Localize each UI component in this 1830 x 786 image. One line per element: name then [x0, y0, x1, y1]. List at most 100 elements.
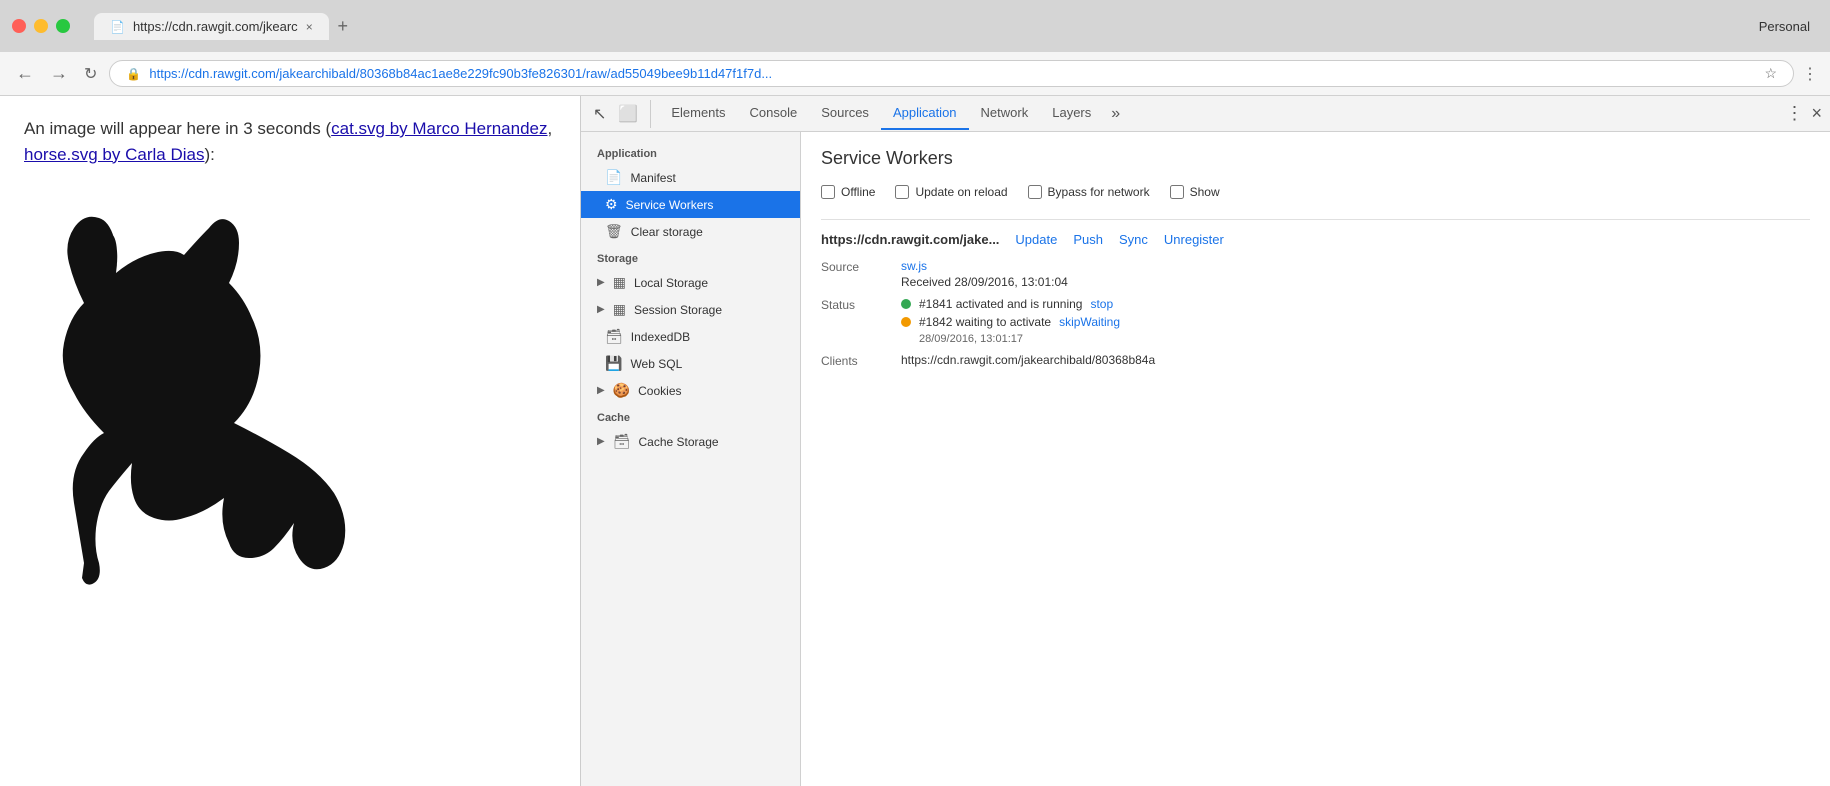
bypass-for-network-checkbox-label[interactable]: Bypass for network [1028, 185, 1150, 199]
close-button[interactable] [12, 19, 26, 33]
devtools-more-button[interactable]: ⋮ [1785, 103, 1803, 124]
local-storage-icon: ▦ [613, 274, 626, 291]
reload-button[interactable]: ↻ [80, 60, 101, 88]
sidebar-item-manifest-label: Manifest [630, 171, 675, 185]
sw-checkboxes: Offline Update on reload Bypass for netw… [821, 185, 1810, 199]
devtools-close-button[interactable]: × [1811, 103, 1822, 124]
devtools-actions: ⋮ × [1785, 103, 1822, 124]
sw-clients-row: Clients https://cdn.rawgit.com/jakearchi… [821, 353, 1810, 368]
title-bar: 📄 https://cdn.rawgit.com/jkearc × + Pers… [0, 0, 1830, 52]
bypass-for-network-checkbox[interactable] [1028, 185, 1042, 199]
indexeddb-icon: 🗃 [605, 328, 623, 345]
sidebar-item-cache-storage[interactable]: ▶ 🗃 Cache Storage [581, 428, 800, 455]
nav-bar: ← → ↻ 🔒 https://cdn.rawgit.com/jakearchi… [0, 52, 1830, 96]
sw-push-link[interactable]: Push [1073, 232, 1103, 247]
forward-button[interactable]: → [46, 59, 72, 88]
update-on-reload-checkbox-label[interactable]: Update on reload [895, 185, 1007, 199]
menu-icon[interactable]: ⋮ [1802, 64, 1818, 84]
cache-storage-arrow: ▶ [597, 436, 605, 447]
sidebar-item-web-sql[interactable]: 💾 Web SQL [581, 350, 800, 377]
tab-network[interactable]: Network [969, 97, 1041, 130]
sw-skip-waiting-link[interactable]: skipWaiting [1059, 315, 1120, 329]
offline-label: Offline [841, 185, 875, 199]
back-button[interactable]: ← [12, 59, 38, 88]
outro-text: ): [204, 145, 214, 164]
cat-image [24, 183, 404, 603]
devtools-icon-group: ↖ ⬜ [589, 100, 651, 128]
show-checkbox[interactable] [1170, 185, 1184, 199]
sw-sync-link[interactable]: Sync [1119, 232, 1148, 247]
offline-checkbox[interactable] [821, 185, 835, 199]
maximize-button[interactable] [56, 19, 70, 33]
device-toolbar-button[interactable]: ⬜ [614, 100, 642, 128]
sw-status-text-1: #1841 activated and is running [919, 297, 1082, 311]
show-checkbox-label[interactable]: Show [1170, 185, 1220, 199]
tab-application[interactable]: Application [881, 97, 969, 130]
cookies-arrow: ▶ [597, 385, 605, 396]
bookmark-icon[interactable]: ☆ [1764, 65, 1777, 82]
show-label: Show [1190, 185, 1220, 199]
address-bar[interactable]: 🔒 https://cdn.rawgit.com/jakearchibald/8… [109, 60, 1794, 87]
sidebar-item-indexeddb-label: IndexedDB [631, 330, 690, 344]
sw-status-entries: #1841 activated and is running stop #184… [901, 297, 1120, 345]
main-content: An image will appear here in 3 seconds (… [0, 96, 1830, 786]
sidebar-item-local-storage[interactable]: ▶ ▦ Local Storage [581, 269, 800, 296]
offline-checkbox-label[interactable]: Offline [821, 185, 875, 199]
traffic-lights [12, 19, 70, 33]
sidebar-item-clear-storage-label: Clear storage [631, 225, 703, 239]
active-tab[interactable]: 📄 https://cdn.rawgit.com/jkearc × [94, 13, 329, 40]
new-tab-button[interactable]: + [329, 12, 357, 40]
more-tabs-button[interactable]: » [1103, 101, 1128, 127]
page-intro: An image will appear here in 3 seconds (… [24, 116, 556, 167]
profile-name: Personal [1759, 19, 1810, 34]
tab-console[interactable]: Console [738, 97, 810, 130]
sw-received-2: 28/09/2016, 13:01:17 [919, 333, 1120, 345]
local-storage-arrow: ▶ [597, 277, 605, 288]
tab-favicon: 📄 [110, 20, 125, 34]
clear-storage-icon: 🗑 [605, 223, 623, 240]
devtools-sidebar: Application 📄 Manifest ⚙ Service Workers… [581, 132, 801, 786]
inspect-element-button[interactable]: ↖ [589, 100, 610, 128]
sidebar-item-cookies-label: Cookies [638, 384, 681, 398]
update-on-reload-checkbox[interactable] [895, 185, 909, 199]
sidebar-item-service-workers[interactable]: ⚙ Service Workers [581, 191, 800, 218]
sw-status-entry-1: #1841 activated and is running stop [901, 297, 1120, 311]
web-sql-icon: 💾 [605, 355, 622, 372]
sw-status-row: Status #1841 activated and is running st… [821, 297, 1810, 345]
sw-unregister-link[interactable]: Unregister [1164, 232, 1224, 247]
sidebar-item-session-storage[interactable]: ▶ ▦ Session Storage [581, 296, 800, 323]
sidebar-item-cookies[interactable]: ▶ 🍪 Cookies [581, 377, 800, 404]
sidebar-item-session-storage-label: Session Storage [634, 303, 722, 317]
cat-svg-link[interactable]: cat.svg by Marco Hernandez [331, 119, 547, 138]
horse-svg-link[interactable]: horse.svg by Carla Dias [24, 145, 204, 164]
sw-status-label: Status [821, 297, 901, 312]
cache-storage-icon: 🗃 [613, 433, 631, 450]
sidebar-item-manifest[interactable]: 📄 Manifest [581, 164, 800, 191]
tab-close-button[interactable]: × [306, 20, 313, 34]
secure-icon: 🔒 [126, 67, 141, 81]
tab-sources[interactable]: Sources [809, 97, 881, 130]
sidebar-item-service-workers-label: Service Workers [626, 198, 714, 212]
sidebar-item-web-sql-label: Web SQL [630, 357, 682, 371]
sw-update-link[interactable]: Update [1015, 232, 1057, 247]
sw-clients-label: Clients [821, 353, 901, 368]
sidebar-section-cache: Cache [581, 404, 800, 428]
sw-stop-link[interactable]: stop [1090, 297, 1113, 311]
sw-source-row: Source sw.js Received 28/09/2016, 13:01:… [821, 259, 1810, 289]
bypass-for-network-label: Bypass for network [1048, 185, 1150, 199]
sidebar-section-application: Application [581, 140, 800, 164]
sidebar-item-indexeddb[interactable]: 🗃 IndexedDB [581, 323, 800, 350]
profile-area: Personal [1759, 19, 1818, 34]
tab-elements[interactable]: Elements [659, 97, 737, 130]
sw-source-file[interactable]: sw.js [901, 259, 1068, 273]
session-storage-arrow: ▶ [597, 304, 605, 315]
tab-layers[interactable]: Layers [1040, 97, 1103, 130]
comma: , [548, 119, 553, 138]
sidebar-item-local-storage-label: Local Storage [634, 276, 708, 290]
devtools-tabs: Elements Console Sources Application Net… [659, 97, 1785, 130]
devtools-toolbar: ↖ ⬜ Elements Console Sources Application [581, 96, 1830, 132]
service-workers-icon: ⚙ [605, 196, 618, 213]
sw-received: Received 28/09/2016, 13:01:04 [901, 275, 1068, 289]
minimize-button[interactable] [34, 19, 48, 33]
sidebar-item-clear-storage[interactable]: 🗑 Clear storage [581, 218, 800, 245]
